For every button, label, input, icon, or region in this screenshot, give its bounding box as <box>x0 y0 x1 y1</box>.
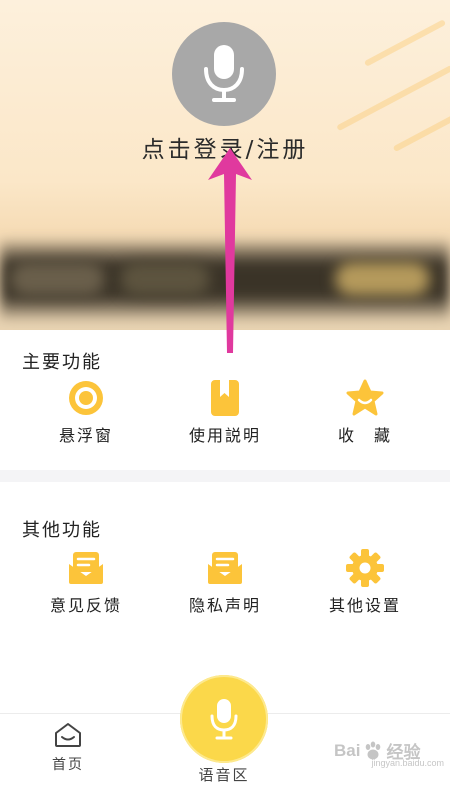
microphone-icon <box>210 699 238 740</box>
other-settings-button[interactable]: 其他设置 <box>305 548 425 616</box>
star-icon <box>346 379 384 416</box>
favorites-label: 收 藏 <box>337 426 392 445</box>
avatar[interactable] <box>172 22 276 126</box>
voice-area-label: 语音区 <box>198 766 250 784</box>
section-title-other: 其他功能 <box>22 520 102 541</box>
floating-window-icon <box>69 381 103 415</box>
floating-window-button[interactable]: 悬浮窗 <box>26 378 146 446</box>
feedback-label: 意见反馈 <box>49 596 122 615</box>
baidu-watermark: Bai 经验 jingyan.baidu.com <box>334 738 444 769</box>
privacy-button[interactable]: 隐私声明 <box>165 548 285 616</box>
main-functions-section: 主要功能 悬浮窗 使用説明 收 藏 <box>0 330 450 470</box>
section-title-main: 主要功能 <box>22 352 102 373</box>
other-functions-section: 其他功能 意见反馈 隐私声明 其他设置 <box>0 482 450 632</box>
message-envelope-icon <box>69 552 103 584</box>
section-divider <box>0 470 450 482</box>
bookmark-icon <box>211 380 239 416</box>
nav-home-label: 首页 <box>52 757 84 773</box>
instructions-label: 使用説明 <box>188 426 261 445</box>
voice-button[interactable] <box>180 675 268 763</box>
watermark-sub: jingyan.baidu.com <box>371 758 444 768</box>
privacy-label: 隐私声明 <box>188 596 261 615</box>
other-settings-label: 其他设置 <box>328 596 401 615</box>
message-envelope-icon <box>208 552 242 584</box>
microphone-icon <box>204 45 244 102</box>
favorites-button[interactable]: 收 藏 <box>305 378 425 446</box>
login-register-link[interactable]: 点击登录/注册 <box>0 130 450 164</box>
nav-home-tab[interactable]: 首页 <box>40 722 96 774</box>
instructions-button[interactable]: 使用説明 <box>165 378 285 446</box>
floating-window-label: 悬浮窗 <box>58 426 113 445</box>
gear-icon <box>346 549 384 587</box>
home-icon <box>55 723 81 747</box>
feedback-button[interactable]: 意见反馈 <box>26 548 146 616</box>
